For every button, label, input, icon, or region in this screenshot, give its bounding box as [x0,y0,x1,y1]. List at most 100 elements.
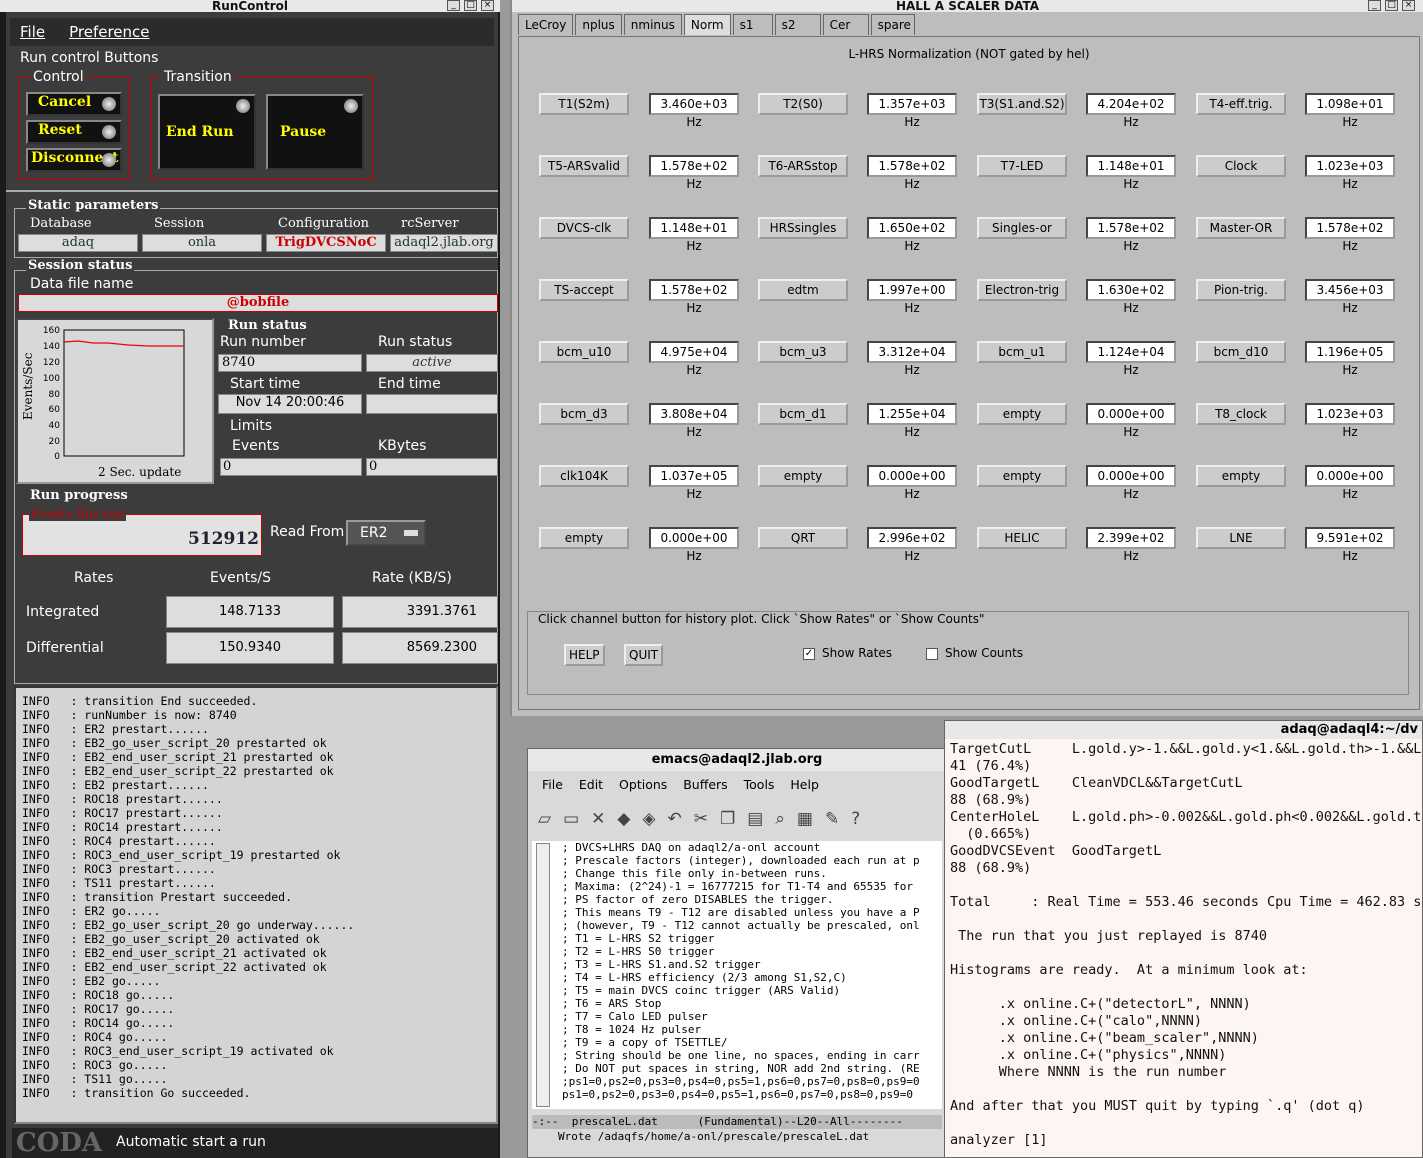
scaler-channel-button[interactable]: empty [977,403,1067,425]
kbytes-limit-input[interactable]: 0 [366,458,498,476]
scaler-channel-button[interactable]: empty [539,527,629,549]
search-icon[interactable]: ⌕ [775,809,797,829]
divider [6,190,498,192]
menu-tools[interactable]: Tools [744,777,775,792]
save-icon[interactable]: ◆ [617,809,642,829]
start-time-label: Start time [230,376,301,392]
maximize-icon[interactable]: □ [1385,0,1398,11]
scaler-channel-button[interactable]: empty [758,465,848,487]
run-number-value: 8740 [218,354,362,372]
scaler-channel-button[interactable]: bcm_d3 [539,403,629,425]
paste-icon[interactable]: ▤ [747,809,775,829]
scaler-channel-button[interactable]: empty [1196,465,1286,487]
minimize-icon[interactable]: _ [447,0,460,11]
tab-lecroy[interactable]: LeCroy [518,14,574,35]
menu-edit[interactable]: Edit [579,777,603,792]
scaler-channel-button[interactable]: T6-ARSstop [758,155,848,177]
menu-options[interactable]: Options [619,777,667,792]
scaler-channel-button[interactable]: HELIC [977,527,1067,549]
scaler-channel-button[interactable]: Master-OR [1196,217,1286,239]
menu-help[interactable]: Help [790,777,819,792]
tab-spare[interactable]: spare [870,14,915,35]
events-limit-input[interactable]: 0 [220,458,362,476]
scaler-channel-button[interactable]: T3(S1.and.S2) [977,93,1067,115]
scaler-channel-button[interactable]: T4-eff.trig. [1196,93,1286,115]
end-run-button[interactable]: End Run [158,94,256,170]
save-as-icon[interactable]: ◈ [642,809,667,829]
scaler-value: 3.460e+03 Hz [649,93,739,129]
scaler-channel-button[interactable]: bcm_d10 [1196,341,1286,363]
scaler-channel-button[interactable]: bcm_u10 [539,341,629,363]
scaler-value: 4.975e+04 Hz [649,341,739,377]
minimize-icon[interactable]: _ [1368,0,1381,11]
pause-button[interactable]: Pause [266,94,364,170]
scaler-channel-button[interactable]: T7-LED [977,155,1067,177]
copy-icon[interactable]: ❐ [720,809,747,829]
tab-s2[interactable]: s2 [774,14,821,35]
maximize-icon[interactable]: □ [464,0,477,11]
scaler-channel-button[interactable]: bcm_u3 [758,341,848,363]
tab-norm[interactable]: Norm [683,14,731,35]
menu-file[interactable]: File [20,23,45,41]
emacs-toolbar: ▱▭✕◆◈↶✂❐▤⌕▦✎? [538,809,872,829]
cancel-button[interactable]: Cancel [26,92,122,116]
scaler-channel-button[interactable]: Singles-or [977,217,1067,239]
scaler-value: 3.312e+04 Hz [867,341,957,377]
tab-nminus[interactable]: nminus [623,14,682,35]
help-button[interactable]: HELP [564,644,605,666]
scaler-channel-button[interactable]: bcm_d1 [758,403,848,425]
reset-button[interactable]: Reset [26,120,122,144]
close-buffer-icon[interactable]: ✕ [591,809,617,829]
scaler-channel-button[interactable]: Clock [1196,155,1286,177]
terminal-output[interactable]: TargetCutL L.gold.y>-1.&&L.gold.y<1.&&L.… [950,741,1422,1149]
menu-buffers[interactable]: Buffers [683,777,727,792]
terminal-window: adaq@adaql4:~/dv TargetCutL L.gold.y>-1.… [944,720,1423,1158]
scaler-channel-button[interactable]: QRT [758,527,848,549]
scaler-channel-button[interactable]: TS-accept [539,279,629,301]
emacs-scrollbar[interactable] [536,843,550,1107]
menu-file[interactable]: File [542,777,563,792]
menu-preference[interactable]: Preference [69,23,149,41]
scaler-value: 3.808e+04 Hz [649,403,739,439]
tab-cer[interactable]: Cer [822,14,869,35]
chart-caption: 2 Sec. update [98,465,181,479]
scaler-value: 4.204e+02 Hz [1086,93,1176,129]
scaler-channel-button[interactable]: T2(S0) [758,93,848,115]
print-icon[interactable]: ▦ [797,809,825,829]
scaler-channel-button[interactable]: clk104K [539,465,629,487]
read-from-label: Read From: [270,524,350,540]
scaler-channel-button[interactable]: Electron-trig [977,279,1067,301]
read-from-select[interactable]: ER2 [346,520,426,546]
scaler-channel-button[interactable]: T5-ARSvalid [539,155,629,177]
scaler-channel-button[interactable]: empty [977,465,1067,487]
show-rates-checkbox[interactable]: ✓ [803,648,815,660]
scaler-channel-button[interactable]: T8_clock [1196,403,1286,425]
scaler-channel-button[interactable]: Pion-trig. [1196,279,1286,301]
cut-icon[interactable]: ✂ [694,809,720,829]
scaler-channel-button[interactable]: bcm_u1 [977,341,1067,363]
scaler-channel-button[interactable]: LNE [1196,527,1286,549]
quit-button[interactable]: QUIT [624,644,664,666]
emacs-buffer[interactable]: ; DVCS+LHRS DAQ on adaql2/a-onl account … [532,841,942,1109]
help-icon[interactable]: ? [851,809,872,829]
rcserver-value: adaql2.jlab.org [390,234,498,252]
emacs-menubar: File Edit Options Buffers Tools Help [542,777,819,792]
dropdown-icon [404,530,418,536]
undo-icon[interactable]: ↶ [668,809,694,829]
tab-nplus[interactable]: nplus [575,14,622,35]
new-file-icon[interactable]: ▱ [538,809,563,829]
close-icon[interactable]: × [481,0,494,11]
scaler-channel-button[interactable]: edtm [758,279,848,301]
scaler-channel-button[interactable]: T1(S2m) [539,93,629,115]
configuration-label: Configuration [278,216,370,231]
show-counts-checkbox[interactable] [926,648,938,660]
open-folder-icon[interactable]: ▭ [563,809,591,829]
tab-s1[interactable]: s1 [732,14,773,35]
led-icon [102,125,116,139]
close-icon[interactable]: × [1402,0,1415,11]
scaler-channel-button[interactable]: HRSsingles [758,217,848,239]
transition-label: Transition [162,69,234,85]
scaler-channel-button[interactable]: DVCS-clk [539,217,629,239]
disconnect-button[interactable]: Disconnect [26,148,122,172]
preferences-icon[interactable]: ✎ [825,809,851,829]
